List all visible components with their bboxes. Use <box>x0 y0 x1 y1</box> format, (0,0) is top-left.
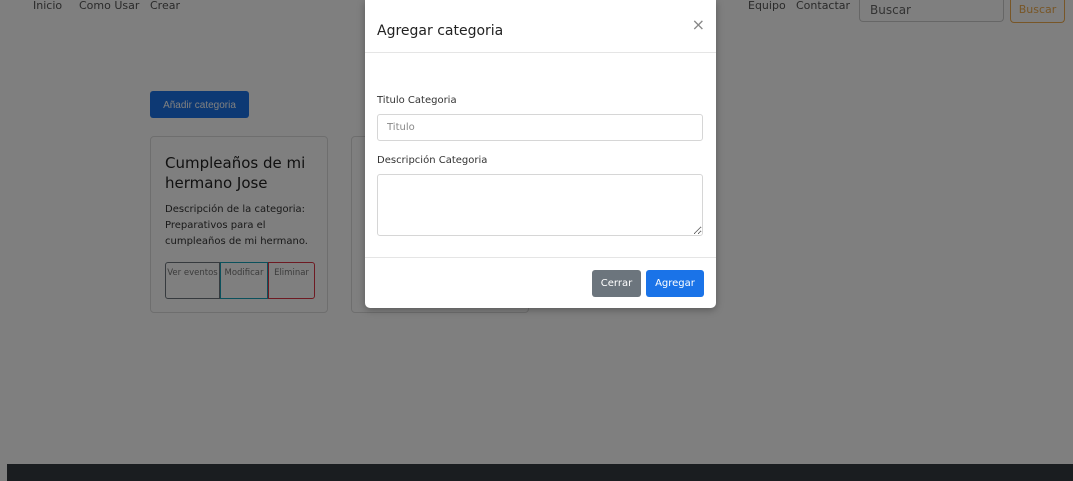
description-textarea[interactable] <box>377 174 703 236</box>
title-input[interactable] <box>377 114 703 141</box>
modal-header: Agregar categoria × <box>365 0 716 53</box>
add-category-modal: Agregar categoria × Titulo Categoria Des… <box>365 0 716 308</box>
add-button[interactable]: Agregar <box>646 270 704 297</box>
close-icon[interactable]: × <box>692 17 705 33</box>
modal-footer: Cerrar Agregar <box>365 257 716 308</box>
modal-title: Agregar categoria <box>377 23 504 39</box>
description-field-label: Descripción Categoria <box>377 155 488 166</box>
close-button[interactable]: Cerrar <box>592 270 641 297</box>
title-field-label: Titulo Categoria <box>377 95 457 106</box>
